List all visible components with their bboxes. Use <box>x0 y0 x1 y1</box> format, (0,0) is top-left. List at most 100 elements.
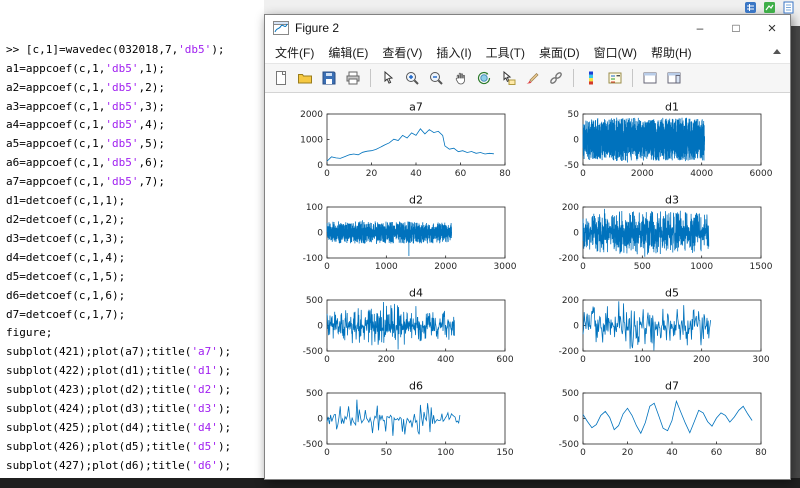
terminal-line: a7=appcoef(c,1,'db5',7); <box>6 173 264 192</box>
x-tick-label: 600 <box>496 355 513 365</box>
blue-document-app-icon[interactable] <box>782 1 795 14</box>
menubar-collapse-arrow-icon[interactable] <box>773 49 781 54</box>
terminal-line: a5=appcoef(c,1,'db5',5); <box>6 135 264 154</box>
y-tick-label: 500 <box>561 389 578 399</box>
subplot-title: a7 <box>409 101 423 114</box>
x-tick-label: 100 <box>437 448 454 458</box>
terminal-line: a4=appcoef(c,1,'db5',4); <box>6 116 264 135</box>
menu-bar: 文件(F)编辑(E)查看(V)插入(I)工具(T)桌面(D)窗口(W)帮助(H) <box>265 41 790 63</box>
zoom-in-icon[interactable] <box>401 67 423 89</box>
rotate-3d-icon[interactable] <box>473 67 495 89</box>
y-tick-label: 0 <box>573 229 579 239</box>
minimize-button[interactable]: – <box>682 15 718 41</box>
new-figure-icon[interactable] <box>270 67 292 89</box>
x-tick-label: 4000 <box>690 169 713 179</box>
axes-box <box>327 393 505 444</box>
terminal-line: a2=appcoef(c,1,'db5',2); <box>6 79 264 98</box>
terminal-line: subplot(422);plot(d1);title('d1'); <box>6 362 264 381</box>
terminal-line: d3=detcoef(c,1,3); <box>6 230 264 249</box>
y-tick-label: 200 <box>561 296 578 306</box>
x-tick-label: 0 <box>324 355 330 365</box>
subplot-d4[interactable]: 0200400600-5000500d4 <box>275 287 525 375</box>
matlab-command-window[interactable]: >> [c,1]=wavedec(032018,7,'db5');a1=appc… <box>0 0 264 478</box>
terminal-line: subplot(424);plot(d3);title('d3'); <box>6 400 264 419</box>
y-tick-label: 500 <box>305 296 322 306</box>
terminal-line: subplot(421);plot(a7);title('a7'); <box>6 343 264 362</box>
x-tick-label: 6000 <box>749 169 772 179</box>
x-tick-label: 0 <box>580 355 586 365</box>
green-app-icon[interactable] <box>763 1 776 14</box>
subplot-d3[interactable]: 050010001500-2000200d3 <box>531 194 781 282</box>
terminal-line: a6=appcoef(c,1,'db5',6); <box>6 154 264 173</box>
x-tick-label: 2000 <box>434 262 457 272</box>
x-tick-label: 0 <box>580 262 586 272</box>
y-tick-label: 0 <box>317 229 323 239</box>
subplot-d7[interactable]: 020406080-5000500d7 <box>531 380 781 468</box>
open-file-icon[interactable] <box>294 67 316 89</box>
x-tick-label: 200 <box>377 355 394 365</box>
y-tick-label: 200 <box>561 203 578 213</box>
figure-window-title: Figure 2 <box>295 21 682 35</box>
x-tick-label: 50 <box>380 448 392 458</box>
y-tick-label: 500 <box>305 389 322 399</box>
figure-window: Figure 2 – □ × 文件(F)编辑(E)查看(V)插入(I)工具(T)… <box>264 14 791 480</box>
terminal-line: subplot(427);plot(d6);title('d6'); <box>6 457 264 476</box>
y-tick-label: -100 <box>302 254 323 264</box>
menu-item-i[interactable]: 插入(I) <box>429 42 478 63</box>
close-button[interactable]: × <box>754 15 790 41</box>
insert-colorbar-icon[interactable] <box>580 67 602 89</box>
subplot-d1[interactable]: 0200040006000-50050d1 <box>531 101 781 189</box>
y-tick-label: 0 <box>317 322 323 332</box>
menu-item-w[interactable]: 窗口(W) <box>587 42 644 63</box>
y-tick-label: -500 <box>558 440 579 450</box>
x-tick-label: 60 <box>454 169 466 179</box>
x-tick-label: 0 <box>324 262 330 272</box>
x-tick-label: 3000 <box>493 262 516 272</box>
data-cursor-icon[interactable] <box>497 67 519 89</box>
subplot-title: d4 <box>409 287 423 300</box>
menu-item-h[interactable]: 帮助(H) <box>644 42 699 63</box>
toolbar-separator <box>370 69 371 87</box>
menu-item-v[interactable]: 查看(V) <box>375 42 429 63</box>
edit-plot-icon[interactable] <box>377 67 399 89</box>
subplot-d2[interactable]: 0100020003000-1000100d2 <box>275 194 525 282</box>
save-icon[interactable] <box>318 67 340 89</box>
pan-icon[interactable] <box>449 67 471 89</box>
terminal-line: >> [c,1]=wavedec(032018,7,'db5'); <box>6 41 264 60</box>
print-icon[interactable] <box>342 67 364 89</box>
x-tick-label: 1000 <box>374 262 397 272</box>
subplot-title: d2 <box>409 194 423 207</box>
terminal-line: d7=detcoef(c,1,7); <box>6 306 264 325</box>
menu-item-e[interactable]: 编辑(E) <box>321 42 375 63</box>
subplot-title: d5 <box>665 287 679 300</box>
menu-item-t[interactable]: 工具(T) <box>479 42 532 63</box>
x-tick-label: 60 <box>710 448 722 458</box>
subplot-title: d1 <box>665 101 679 114</box>
x-tick-label: 300 <box>752 355 769 365</box>
link-plot-icon[interactable] <box>545 67 567 89</box>
menu-item-f[interactable]: 文件(F) <box>268 42 321 63</box>
x-tick-label: 40 <box>666 448 678 458</box>
x-tick-label: 1500 <box>749 262 772 272</box>
subplot-a7[interactable]: 020406080010002000a7 <box>275 101 525 189</box>
figure-titlebar[interactable]: Figure 2 – □ × <box>265 15 790 41</box>
terminal-line: subplot(425);plot(d4);title('d4'); <box>6 419 264 438</box>
maximize-button[interactable]: □ <box>718 15 754 41</box>
insert-legend-icon[interactable] <box>604 67 626 89</box>
terminal-line: d6=detcoef(c,1,6); <box>6 287 264 306</box>
show-plot-tools-icon[interactable] <box>663 67 685 89</box>
y-tick-label: -50 <box>564 161 579 171</box>
subplot-title: d6 <box>409 380 423 393</box>
zoom-out-icon[interactable] <box>425 67 447 89</box>
brush-icon[interactable] <box>521 67 543 89</box>
subplot-d5[interactable]: 0100200300-2000200d5 <box>531 287 781 375</box>
blue-grid-app-icon[interactable] <box>744 1 757 14</box>
x-tick-label: 2000 <box>630 169 653 179</box>
x-tick-label: 20 <box>365 169 377 179</box>
subplot-d6[interactable]: 050100150-5000500d6 <box>275 380 525 468</box>
x-tick-label: 20 <box>621 448 633 458</box>
menu-item-d[interactable]: 桌面(D) <box>532 42 587 63</box>
hide-plot-tools-icon[interactable] <box>639 67 661 89</box>
x-tick-label: 1000 <box>690 262 713 272</box>
x-tick-label: 0 <box>324 169 330 179</box>
